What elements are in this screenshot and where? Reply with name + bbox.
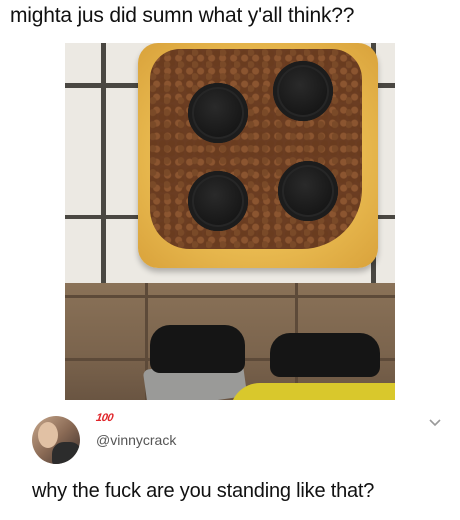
cookie-1 <box>188 83 248 143</box>
cookie-3 <box>188 171 248 231</box>
chevron-down-icon[interactable] <box>428 418 442 428</box>
shoe-left <box>150 325 245 373</box>
cereal-bin <box>138 43 378 268</box>
cookie-2 <box>273 61 333 121</box>
yellow-pants <box>230 383 395 400</box>
reply-text: why the fuck are you standing like that? <box>32 480 375 502</box>
shoe-right <box>270 333 380 377</box>
hundred-emoji-icon: 100 <box>95 412 114 424</box>
avatar[interactable] <box>32 416 80 464</box>
post-title: mighta jus did sumn what y'all think?? <box>10 4 355 27</box>
reply-handle[interactable]: @vinnycrack <box>96 432 176 448</box>
cookie-4 <box>278 161 338 221</box>
post-photo <box>65 43 395 400</box>
